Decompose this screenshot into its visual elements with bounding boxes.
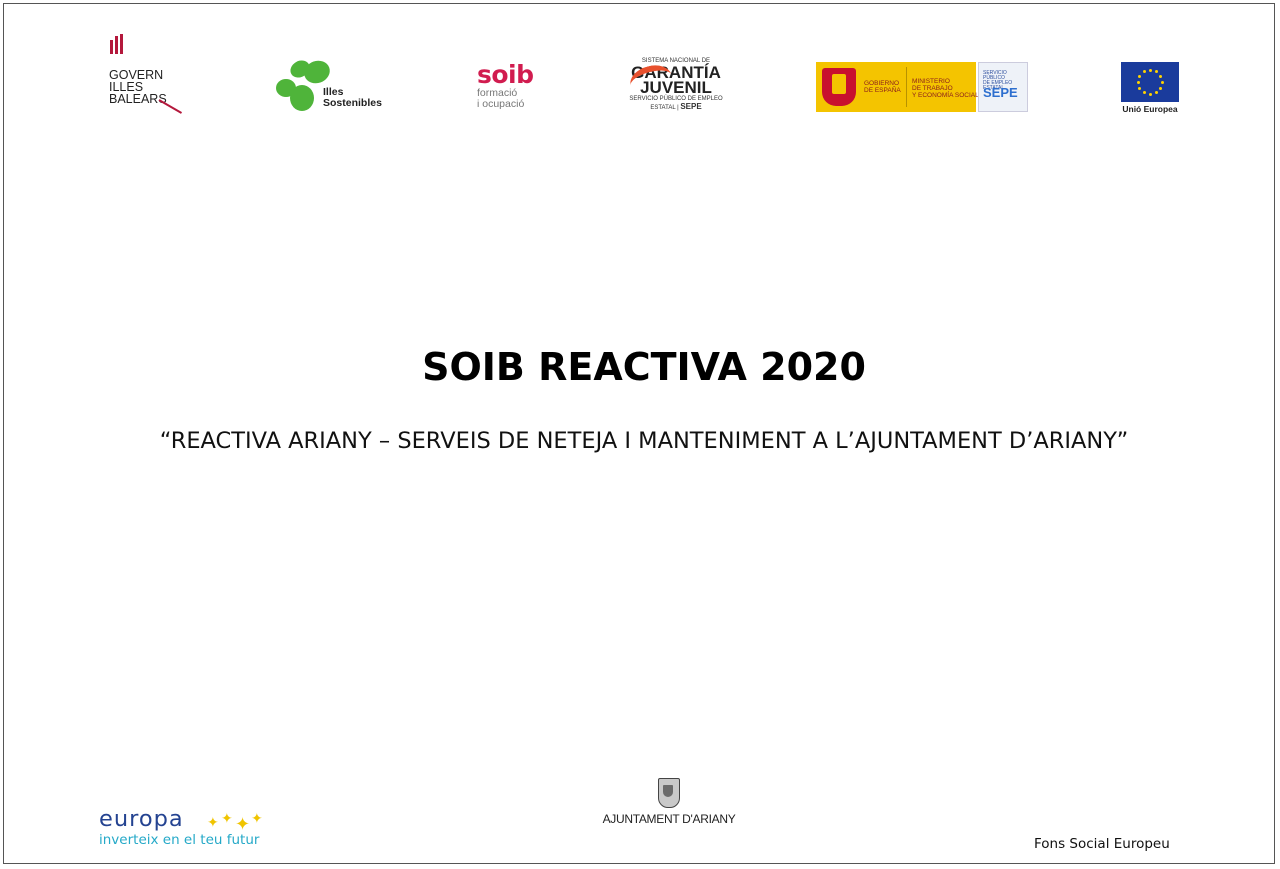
document-title: SOIB REACTIVA 2020 (422, 345, 866, 389)
sepe-brand: SEPE (983, 85, 1018, 100)
crest-icon (658, 778, 680, 808)
eu-star-icon (1148, 68, 1152, 72)
eu-star-icon (1158, 74, 1162, 78)
coat-of-arms-icon (822, 68, 856, 106)
document-subtitle: “REACTIVA ARIANY – SERVEIS DE NETEJA I M… (159, 428, 1129, 454)
ajuntament-name: AJUNTAMENT D'ARIANY (602, 812, 736, 826)
illes-sostenibles-logo: Illes Sostenibles (276, 57, 396, 119)
govern-bars-icon (110, 34, 126, 54)
eu-star-icon (1138, 74, 1142, 78)
garantia-juvenil-logo: SISTEMA NACIONAL DE GARANTÍA JUVENIL SER… (626, 58, 726, 118)
soib-line: i ocupació (477, 98, 525, 110)
document-page: GOVERN ILLES BALEARS Illes Sostenibles s… (3, 3, 1275, 864)
eu-star-icon (1154, 70, 1158, 74)
govern-illes-balears-logo: GOVERN ILLES BALEARS (107, 34, 197, 114)
ajuntament-logo: AJUNTAMENT D'ARIANY (599, 770, 739, 850)
eu-star-icon (1142, 70, 1146, 74)
stars-icon: ✦ ✦ ✦ ✦ (207, 811, 263, 835)
divider (906, 67, 907, 107)
eu-star-icon (1154, 90, 1158, 94)
gobierno-line: DE ESPAÑA (864, 87, 901, 94)
ministerio-line: DE TRABAJO (912, 85, 953, 92)
eu-star-icon (1160, 80, 1164, 84)
gobierno-line: GOBIERNO (864, 80, 900, 87)
eu-star-icon (1138, 86, 1142, 90)
illes-line: Sostenibles (323, 97, 382, 109)
europa-tagline: inverteix en el teu futur (99, 832, 260, 848)
gobierno-espana-logo: GOBIERNO DE ESPAÑA MINISTERIO DE TRABAJO… (816, 62, 1028, 114)
eu-star-icon (1158, 86, 1162, 90)
soib-brand: soib (477, 60, 534, 89)
eu-flag-icon (1121, 62, 1179, 102)
eu-star-icon (1148, 92, 1152, 96)
garantia-foot-small: SERVICIO PÚBLICO DE EMPLEO ESTATAL (629, 96, 723, 111)
eu-star-icon (1136, 80, 1140, 84)
europa-logo: europa ✦ ✦ ✦ ✦ inverteix en el teu futur (99, 806, 289, 858)
garantia-foot-brand: SEPE (680, 102, 702, 111)
ministerio-line: Y ECONOMÍA SOCIAL (912, 92, 979, 99)
eu-star-icon (1142, 90, 1146, 94)
leaf-icon (290, 85, 314, 111)
sepe-box: SERVICIO PÚBLICO DE EMPLEO ESTATAL SEPE (978, 62, 1028, 112)
eu-logo: Unió Europea (1114, 62, 1186, 118)
govern-slash-icon (158, 99, 183, 114)
soib-logo: soib formació i ocupació (477, 62, 547, 117)
fons-social-europeu: Fons Social Europeu (1034, 836, 1170, 852)
eu-label: Unió Europea (1122, 104, 1178, 114)
ministerio-line: MINISTERIO (912, 78, 950, 85)
